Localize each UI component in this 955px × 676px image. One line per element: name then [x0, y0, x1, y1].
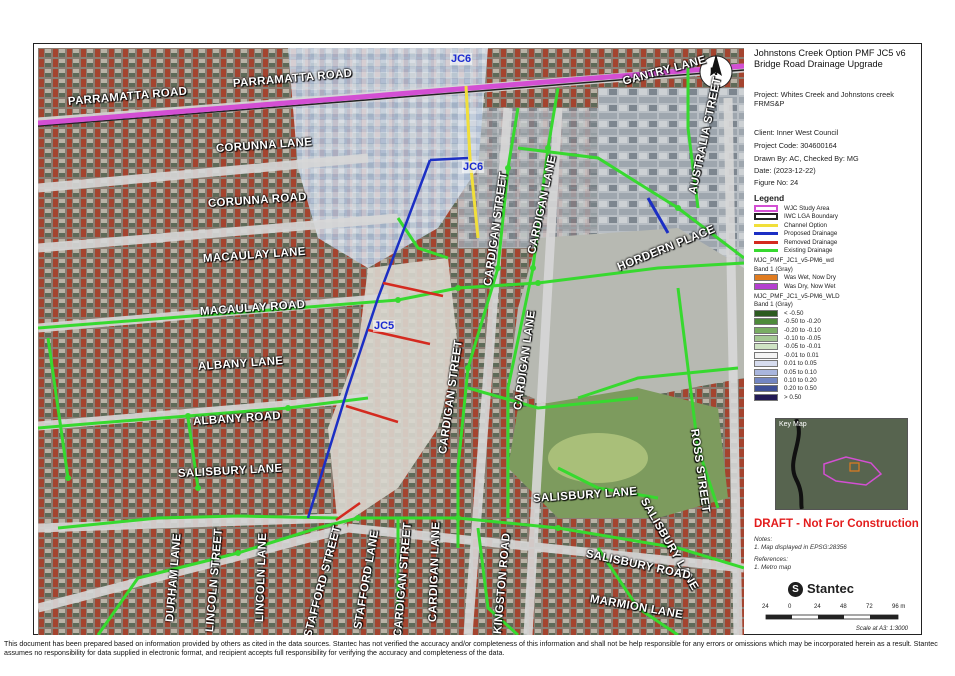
legend-item-label: 0.20 to 0.50: [784, 385, 817, 393]
scale-tick-label: 24: [762, 604, 769, 610]
draft-notice: DRAFT - Not For Construction: [754, 518, 919, 530]
legend-item-label: 0.10 to 0.20: [784, 377, 817, 384]
drawn-by-line: Drawn By: AC, Checked By: MG: [754, 154, 859, 163]
stantec-logo: S Stantec: [788, 581, 854, 598]
scale-tick-labels: 24 0 24 48 72 96 m: [762, 604, 908, 612]
legend-item-label: Existing Drainage: [784, 247, 833, 254]
figure-no-line: Figure No: 24: [754, 178, 799, 187]
legend-item-label: -0.20 to -0.10: [784, 326, 821, 334]
references-item: 1. Metro map: [754, 563, 792, 571]
stantec-logo-icon: S: [788, 582, 803, 598]
legend-swatch: [754, 385, 778, 393]
references-heading: References:: [754, 556, 788, 563]
legend-item-label: -0.10 to -0.05: [784, 335, 821, 342]
legend-swatch: [754, 318, 778, 326]
label-jc5: JC5: [373, 320, 396, 332]
legend-item-label: -0.05 to -0.01: [784, 343, 821, 351]
scale-tick-label: 48: [840, 604, 847, 610]
legend-swatch: [754, 326, 778, 334]
scale-tick-label: 72: [866, 604, 873, 610]
notes-block: Notes: 1. Map displayed in EPSG:28356 Re…: [754, 536, 847, 571]
scale-bar-graphic: [765, 614, 899, 620]
legend-item-label: MJC_PMF_JC1_v5-PM6_WLD: [754, 293, 840, 300]
legend-item-label: Was Wet, Now Dry: [784, 274, 836, 282]
project-code-line: Project Code: 304600164: [754, 141, 837, 150]
legend-item-label: < -0.50: [784, 309, 804, 317]
map-canvas[interactable]: JC6 JC6 JC5 N PARRAMATTA ROAD PARRAMATTA…: [38, 48, 744, 635]
project-line: Project: Whites Creek and Johnstons cree…: [754, 90, 914, 108]
legend-item-label: Band 1 (Gray): [754, 301, 793, 309]
legend-item-label: 0.01 to 0.05: [784, 360, 817, 368]
legend-swatch: [754, 240, 778, 244]
legend-swatch: [754, 343, 778, 351]
legend-swatch: [754, 213, 778, 221]
map-title: Johnstons Creek Option PMF JC5 v6 Bridge…: [754, 48, 906, 69]
disclaimer: This document has been prepared based on…: [4, 640, 938, 657]
key-map: Key Map: [775, 418, 908, 510]
legend-swatch: [754, 223, 778, 227]
legend-swatch: [754, 232, 778, 236]
legend-item-label: Channel Option: [784, 221, 827, 229]
project-label: Project:: [754, 90, 779, 99]
scale-tick-label: 96 m: [892, 604, 906, 610]
legend-swatch: [754, 393, 778, 401]
map-graphics: [38, 48, 744, 635]
legend-swatch: [754, 335, 778, 342]
legend-item-label: > 0.50: [784, 393, 802, 401]
date-line: Date: (2023-12-22): [754, 166, 816, 175]
legend-swatch: [754, 309, 778, 317]
legend-swatch: [754, 282, 778, 290]
key-map-title: Key Map: [779, 421, 807, 428]
stantec-logo-text: Stantec: [807, 581, 854, 596]
legend-item-label: Removed Drainage: [784, 238, 838, 246]
client-line: Client: Inner West Council: [754, 128, 839, 137]
legend-swatch: [754, 249, 778, 252]
legend-swatch: [754, 351, 778, 359]
scale-caption: Scale at A3: 1:3000: [855, 626, 908, 632]
legend-item-label: Band 1 (Gray): [754, 265, 793, 273]
legend-swatch: [754, 274, 778, 282]
legend-swatch: [754, 368, 778, 376]
label-jc6-top: JC6: [450, 53, 473, 65]
map-info-panel: Johnstons Creek Option PMF JC5 v6 Bridge…: [748, 48, 920, 634]
legend-swatch: [754, 360, 778, 368]
key-map-graphic: [776, 419, 907, 509]
legend-item-label: -0.01 to 0.01: [784, 351, 819, 359]
label-jc6-mid: JC6: [462, 161, 485, 173]
scale-tick-label: 24: [814, 604, 821, 610]
legend-swatch: [754, 377, 778, 384]
scale-bar: 24 0 24 48 72 96 m Scale at A3: 1:3000: [762, 604, 908, 634]
legend-item-label: -0.50 to -0.20: [784, 318, 821, 326]
notes-item: 1. Map displayed in EPSG:28356: [754, 543, 847, 551]
legend-item-label: 0.05 to 0.10: [784, 368, 817, 376]
notes-heading: Notes:: [754, 536, 773, 543]
legend-heading: Legend: [754, 193, 785, 203]
legend-swatch: [754, 205, 778, 212]
legend-item-label: Proposed Drainage: [784, 230, 838, 238]
legend-item-label: MJC_PMF_JC1_v5-PM6_wd: [754, 257, 834, 265]
scale-tick-label: 0: [788, 604, 792, 610]
legend-item-label: WJC Study Area: [784, 205, 830, 212]
legend-item-label: Was Dry, Now Wet: [784, 282, 836, 290]
legend-item-label: IWC LGA Boundary: [784, 213, 838, 221]
